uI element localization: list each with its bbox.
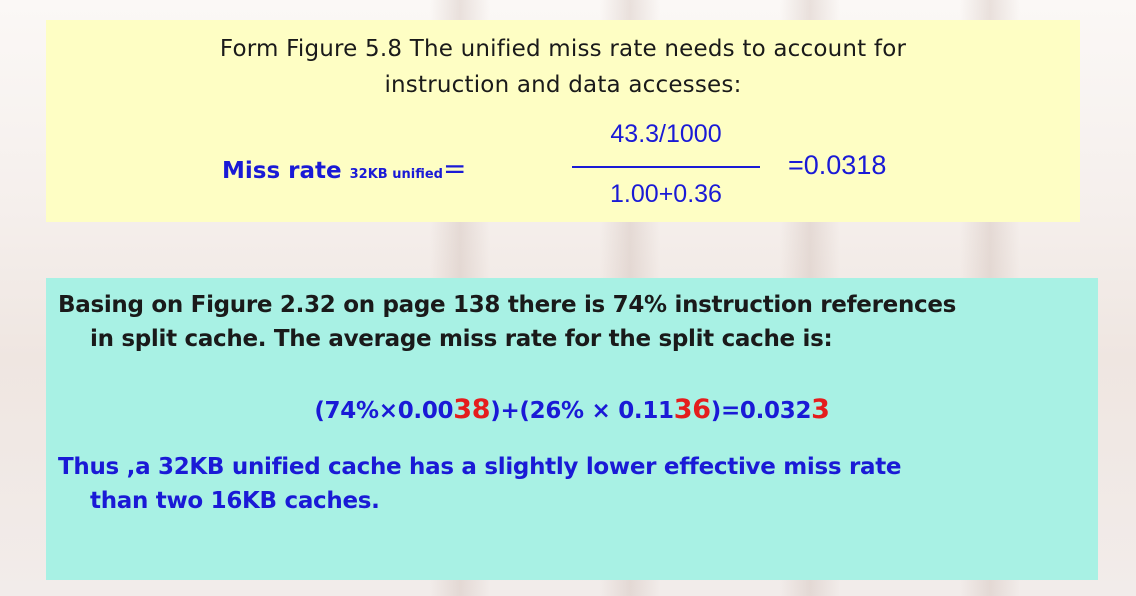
fraction-numerator: 43.3/1000 [610,120,722,148]
times-symbol: × [378,398,398,424]
formula-equals: = [442,152,467,185]
calc-part-3: )+(26% [490,398,592,424]
top-text-line-1: Form Figure 5.8 The unified miss rate ne… [219,36,907,62]
formula-label-text: Miss rate [222,158,342,184]
unified-miss-rate-box: Form Figure 5.8 The unified miss rate ne… [46,20,1080,222]
formula-result: =0.0318 [788,150,887,180]
times-symbol: × [591,398,611,424]
split-cache-box: Basing on Figure 2.32 on page 138 there … [46,278,1098,580]
fraction-bar [572,166,760,168]
formula-label: Miss rate 32KB unified= [222,152,466,185]
calc-part-4: 0.11 [610,398,674,424]
conclusion-line-1: Thus ,a 32KB unified cache has a slightl… [58,454,902,480]
formula-subscript: 32KB unified [349,167,443,182]
bottom-text-line-1: Basing on Figure 2.32 on page 138 there … [58,292,957,318]
split-cache-calculation: (74%×0.0038)+(26% × 0.1136)=0.0323 [46,394,1098,425]
calc-part-5: )=0.032 [710,398,812,424]
top-text-line-2: instruction and data accesses: [384,72,742,98]
calc-highlight-2: 36 [673,394,711,425]
calc-highlight-3: 3 [811,394,830,425]
conclusion-line-2: than two 16KB caches. [90,488,380,514]
fraction-denominator: 1.00+0.36 [610,180,722,208]
calc-part-1: (74% [314,398,379,424]
calc-highlight-1: 38 [453,394,491,425]
bottom-text-line-2: in split cache. The average miss rate fo… [90,326,833,352]
calc-part-2: 0.00 [397,398,454,424]
